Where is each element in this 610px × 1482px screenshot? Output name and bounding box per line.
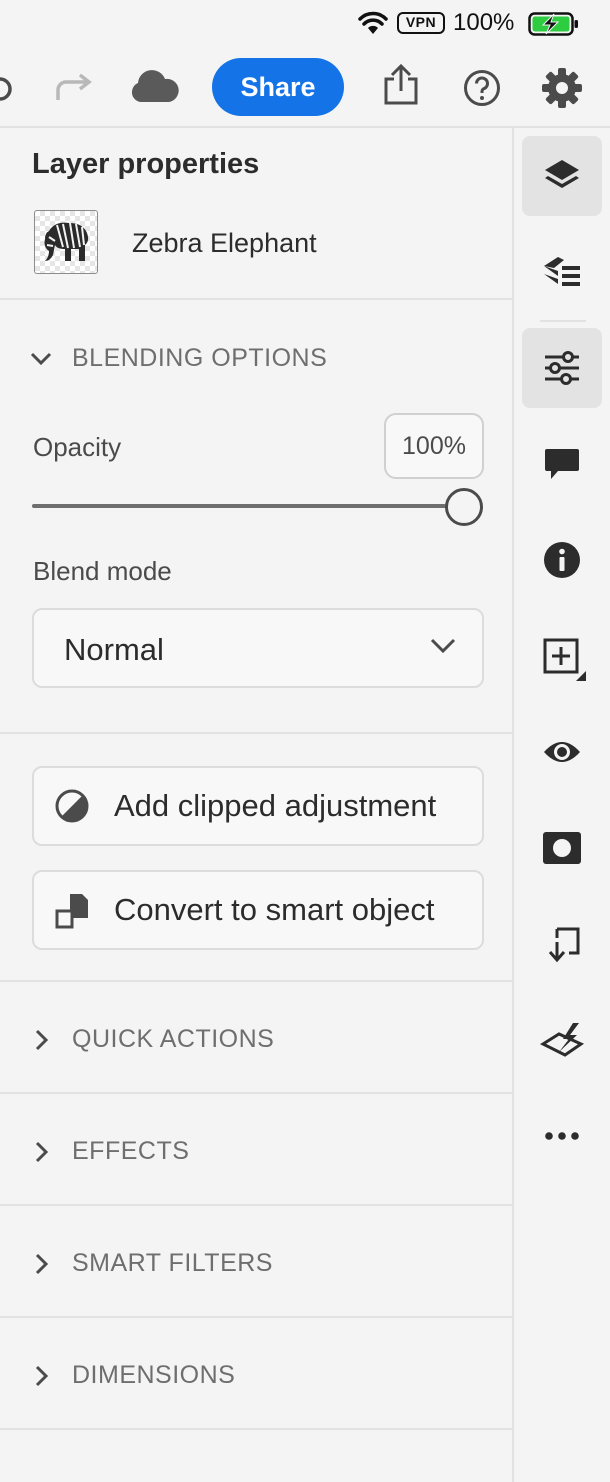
layer-properties-panel: Layer properties Zebra Elephant BLENDING…	[0, 128, 512, 1482]
info-icon	[544, 542, 580, 578]
add-layer-icon	[543, 638, 586, 681]
section-label: QUICK ACTIONS	[72, 1025, 275, 1053]
add-layer-button[interactable]	[522, 616, 602, 696]
adjustments-icon	[545, 351, 579, 385]
mask-icon	[543, 832, 581, 864]
layers-button[interactable]	[522, 136, 602, 216]
zebra-elephant-image	[44, 222, 89, 261]
adjustments-button[interactable]	[522, 328, 602, 408]
clear-button[interactable]	[522, 1000, 602, 1080]
layer-name: Zebra Elephant	[132, 228, 317, 258]
chevron-right-icon	[35, 1141, 49, 1162]
settings-icon[interactable]	[541, 67, 583, 109]
export-icon[interactable]	[383, 64, 419, 106]
dimensions-header[interactable]: DIMENSIONS	[30, 1361, 235, 1390]
effects-header[interactable]: EFFECTS	[30, 1137, 189, 1166]
chevron-right-icon	[35, 1029, 49, 1050]
vpn-badge: VPN	[397, 12, 445, 34]
opacity-slider-track[interactable]	[32, 504, 446, 508]
chevron-right-icon	[35, 1365, 49, 1386]
move-down-icon	[548, 927, 580, 963]
opacity-label: Opacity	[33, 432, 122, 462]
divider	[0, 1428, 512, 1430]
layer-stack-button[interactable]	[522, 232, 602, 312]
blend-mode-value: Normal	[64, 632, 164, 667]
adjustment-icon	[55, 789, 89, 823]
section-label: EFFECTS	[72, 1137, 190, 1165]
comments-button[interactable]	[522, 424, 602, 504]
top-toolbar: Share	[0, 50, 610, 128]
blend-mode-select[interactable]: Normal	[32, 608, 484, 688]
opacity-slider-handle[interactable]	[445, 488, 483, 526]
convert-smart-object-button[interactable]: Convert to smart object	[32, 870, 484, 950]
button-label: Convert to smart object	[114, 892, 435, 927]
help-icon[interactable]	[463, 69, 501, 107]
status-bar: VPN 100%	[0, 0, 610, 50]
blending-options-header[interactable]: BLENDING OPTIONS	[30, 344, 327, 373]
rail-divider	[512, 128, 514, 1482]
divider	[0, 1204, 512, 1206]
add-clipped-adjustment-button[interactable]: Add clipped adjustment	[32, 766, 484, 846]
battery-charging-icon	[528, 12, 578, 36]
clear-icon	[539, 1023, 585, 1057]
section-label: SMART FILTERS	[72, 1249, 273, 1277]
divider	[0, 298, 512, 300]
opacity-input[interactable]: 100%	[384, 413, 484, 479]
smart-filters-header[interactable]: SMART FILTERS	[30, 1249, 273, 1278]
comment-icon	[545, 449, 579, 479]
redo-icon[interactable]	[0, 75, 14, 103]
button-label: Add clipped adjustment	[114, 788, 437, 823]
visibility-button[interactable]	[522, 712, 602, 792]
visibility-icon	[544, 742, 580, 762]
rail-separator	[540, 320, 586, 322]
undo-icon[interactable]	[54, 72, 94, 104]
divider	[0, 1316, 512, 1318]
section-label: BLENDING OPTIONS	[72, 344, 328, 372]
layers-icon	[545, 160, 579, 188]
layer-thumbnail[interactable]	[34, 210, 98, 274]
more-button[interactable]	[522, 1096, 602, 1176]
quick-actions-header[interactable]: QUICK ACTIONS	[30, 1025, 274, 1054]
info-button[interactable]	[522, 520, 602, 600]
chevron-right-icon	[35, 1253, 49, 1274]
blend-mode-label: Blend mode	[33, 556, 172, 586]
chevron-down-icon	[30, 352, 52, 365]
panel-title: Layer properties	[32, 148, 260, 180]
smart-object-icon	[55, 894, 88, 929]
cloud-icon[interactable]	[128, 68, 180, 104]
layer-stack-icon	[544, 257, 580, 286]
more-icon	[545, 1132, 579, 1140]
battery-percent: 100%	[453, 9, 515, 36]
move-down-button[interactable]	[522, 904, 602, 984]
divider	[0, 1092, 512, 1094]
mask-button[interactable]	[522, 808, 602, 888]
divider	[0, 980, 512, 982]
wifi-icon	[358, 11, 388, 34]
section-label: DIMENSIONS	[72, 1361, 236, 1389]
chevron-down-icon	[430, 638, 456, 654]
share-button[interactable]: Share	[212, 58, 344, 116]
divider	[0, 732, 512, 734]
